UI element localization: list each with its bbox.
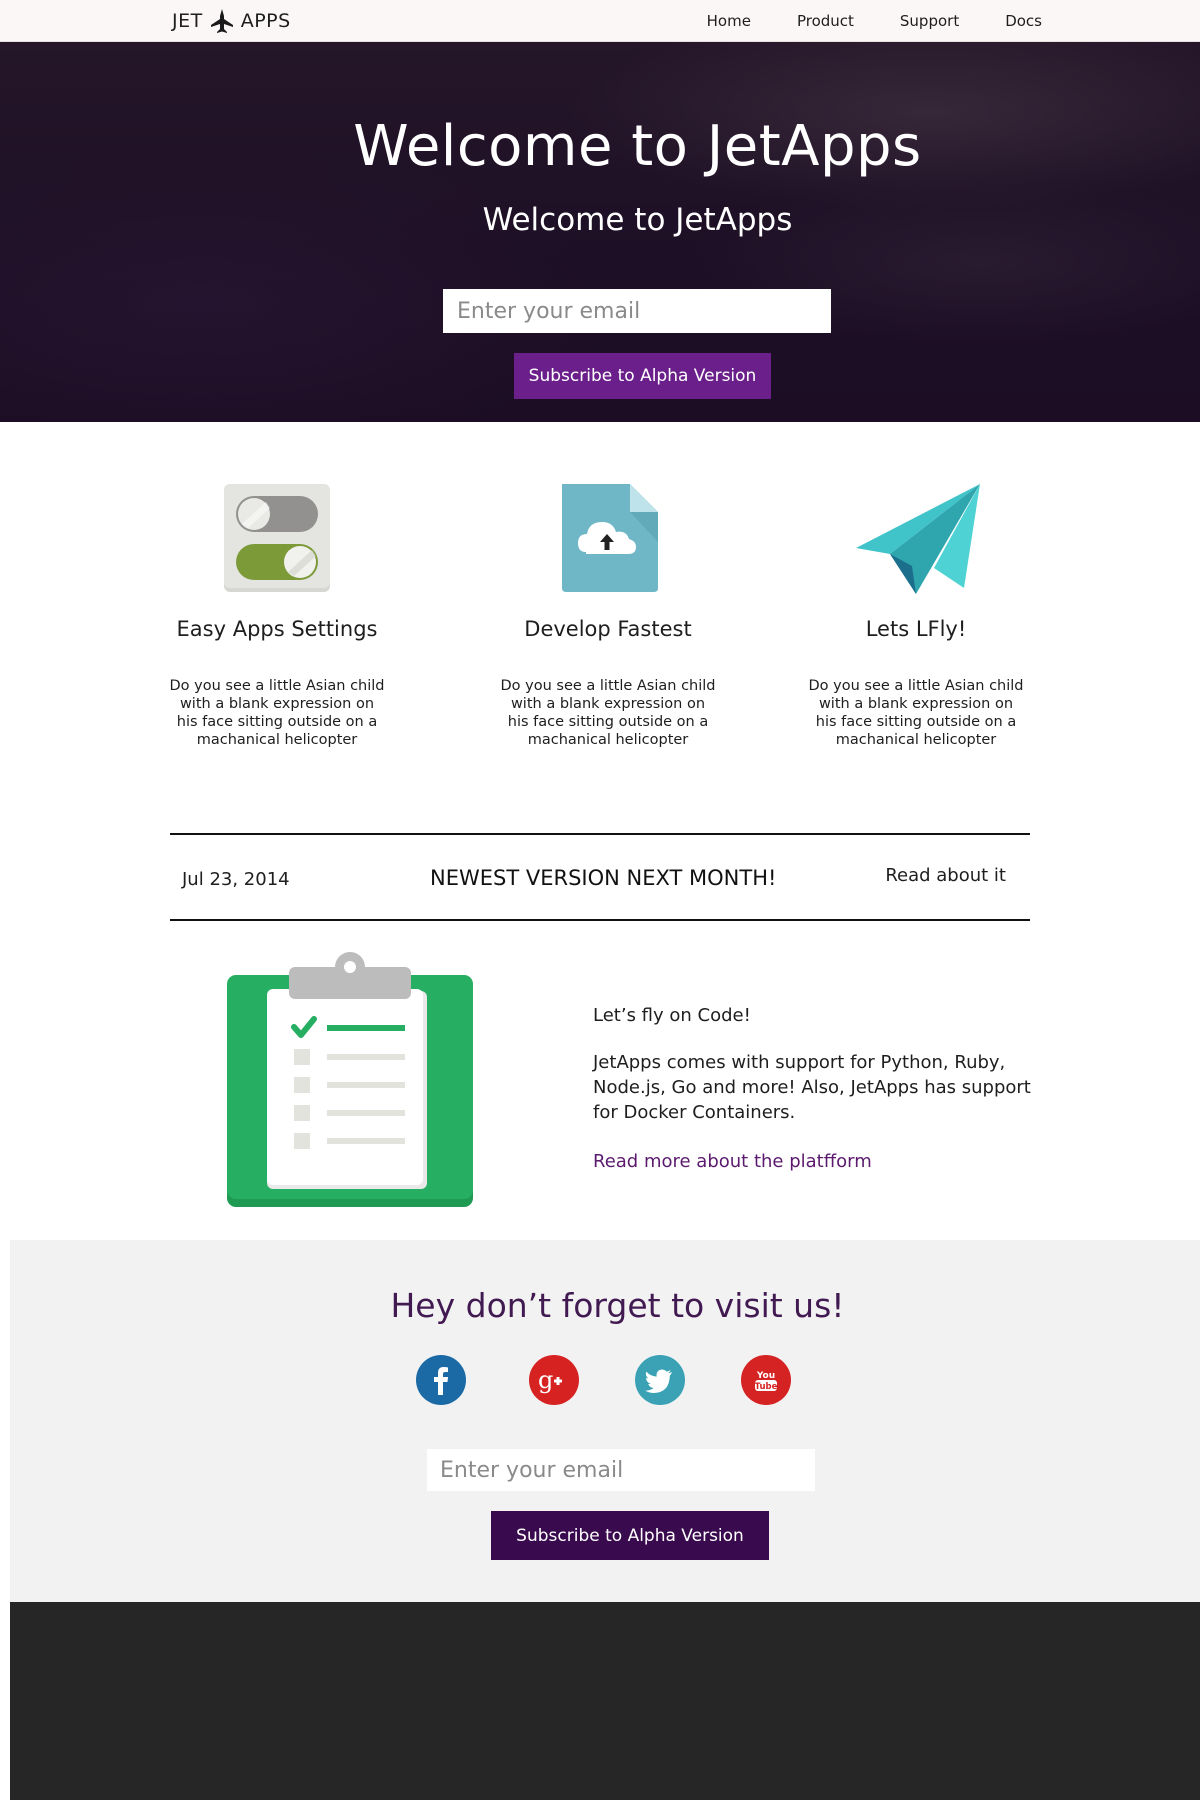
- footer: [10, 1602, 1200, 1800]
- nav-link-home[interactable]: Home: [707, 12, 751, 30]
- feature-card-settings: Easy Apps Settings Do you see a little A…: [147, 480, 407, 749]
- news-bar: Jul 23, 2014 NEWEST VERSION NEXT MONTH! …: [170, 833, 1030, 921]
- feature-title: Develop Fastest: [524, 617, 692, 641]
- read-more-platform-link[interactable]: Read more about the platfform: [593, 1151, 872, 1172]
- top-navbar: JET APPS Home Product Support Docs: [0, 0, 1200, 42]
- hero-subtitle: Welcome to JetApps: [482, 202, 793, 238]
- feature-title: Lets LFly!: [865, 617, 967, 641]
- code-intro: Let’s fly on Code!: [593, 1005, 751, 1026]
- read-about-it-link[interactable]: Read about it: [885, 865, 1006, 886]
- twitter-icon[interactable]: [635, 1355, 685, 1405]
- code-description: JetApps comes with support for Python, R…: [593, 1052, 1031, 1123]
- feature-title: Easy Apps Settings: [176, 617, 378, 641]
- jet-plane-icon: [210, 9, 233, 33]
- twitter-glyph: [645, 1369, 672, 1393]
- facebook-icon[interactable]: [416, 1355, 466, 1405]
- facebook-glyph: [434, 1367, 448, 1395]
- youtube-icon[interactable]: You Tube: [741, 1355, 791, 1405]
- google-plus-icon[interactable]: g: [529, 1355, 579, 1405]
- logo-text-jet: JET: [172, 10, 203, 32]
- code-section-text: Let’s fly on Code! JetApps comes with su…: [593, 1003, 1043, 1174]
- visit-subscribe-button[interactable]: Subscribe to Alpha Version: [491, 1511, 769, 1560]
- svg-text:g: g: [538, 1366, 553, 1394]
- clipboard-checklist-icon: [227, 952, 473, 1207]
- svg-text:Tube: Tube: [755, 1382, 778, 1392]
- news-date: Jul 23, 2014: [182, 869, 290, 890]
- paper-plane-icon: [856, 483, 980, 594]
- feature-description: Do you see a little Asian child with a b…: [169, 678, 385, 748]
- visit-title: Hey don’t forget to visit us!: [390, 1286, 845, 1325]
- toggle-settings-icon: [224, 483, 330, 592]
- news-headline: NEWEST VERSION NEXT MONTH!: [430, 866, 777, 890]
- google-plus-glyph: g: [538, 1366, 562, 1394]
- hero-subscribe-button[interactable]: Subscribe to Alpha Version: [514, 353, 771, 399]
- jetapps-logo[interactable]: JET APPS: [172, 8, 291, 34]
- feature-icon-wrapper: [147, 480, 407, 595]
- nav-link-product[interactable]: Product: [797, 12, 854, 30]
- visit-section: Hey don’t forget to visit us! g You Tube…: [10, 1240, 1200, 1602]
- hero-email-input[interactable]: [443, 289, 831, 333]
- feature-card-fly: Lets LFly! Do you see a little Asian chi…: [786, 480, 1046, 749]
- feature-card-develop: Develop Fastest Do you see a little Asia…: [478, 480, 738, 749]
- visit-email-input[interactable]: [427, 1449, 815, 1491]
- feature-icon-wrapper: [478, 480, 738, 595]
- nav-links: Home Product Support Docs: [707, 0, 1042, 42]
- cloud-upload-file-icon: [562, 483, 658, 592]
- nav-link-docs[interactable]: Docs: [1005, 12, 1042, 30]
- nav-link-support[interactable]: Support: [900, 12, 959, 30]
- hero-banner: Welcome to JetApps Welcome to JetApps Su…: [0, 42, 1200, 422]
- feature-description: Do you see a little Asian child with a b…: [808, 678, 1024, 748]
- svg-text:You: You: [756, 1371, 775, 1381]
- hero-title: Welcome to JetApps: [353, 114, 922, 179]
- youtube-glyph: You Tube: [755, 1371, 778, 1392]
- feature-icon-wrapper: [786, 480, 1046, 595]
- logo-text-apps: APPS: [240, 10, 291, 32]
- feature-description: Do you see a little Asian child with a b…: [500, 678, 716, 748]
